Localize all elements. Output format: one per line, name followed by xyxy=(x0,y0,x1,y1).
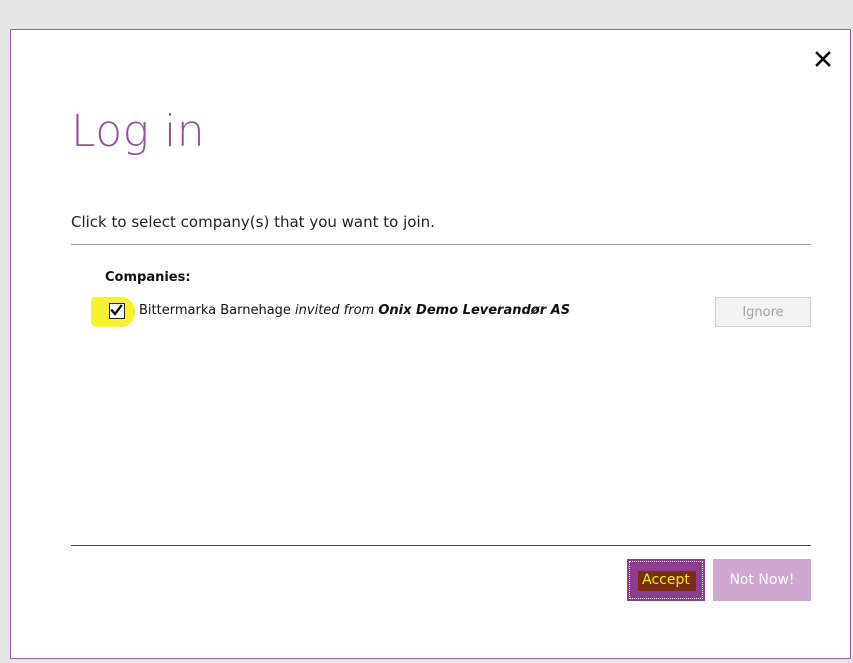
companies-label: Companies: xyxy=(105,270,191,285)
login-dialog: Log in Click to select company(s) that y… xyxy=(10,29,851,659)
accept-button[interactable]: Accept xyxy=(627,559,705,601)
ignore-button[interactable]: Ignore xyxy=(715,297,811,327)
company-checkbox[interactable] xyxy=(109,303,125,319)
accept-focus-outline: Accept xyxy=(629,561,703,599)
not-now-button[interactable]: Not Now! xyxy=(713,559,811,601)
supplier-name: Onix Demo Leverandør AS xyxy=(378,303,571,318)
company-row: Bittermarka Barnehage invited from Onix … xyxy=(91,293,811,333)
close-icon xyxy=(815,51,831,67)
instruction-text: Click to select company(s) that you want… xyxy=(71,213,435,231)
divider xyxy=(71,244,811,245)
footer-divider xyxy=(71,545,811,546)
page-title: Log in xyxy=(71,106,206,157)
company-name: Bittermarka Barnehage xyxy=(139,303,291,318)
accept-label: Accept xyxy=(642,572,690,588)
company-description: Bittermarka Barnehage invited from Onix … xyxy=(139,303,570,318)
invited-from-label: invited from xyxy=(295,303,375,318)
checkmark-icon xyxy=(110,304,123,316)
close-button[interactable] xyxy=(814,50,832,68)
